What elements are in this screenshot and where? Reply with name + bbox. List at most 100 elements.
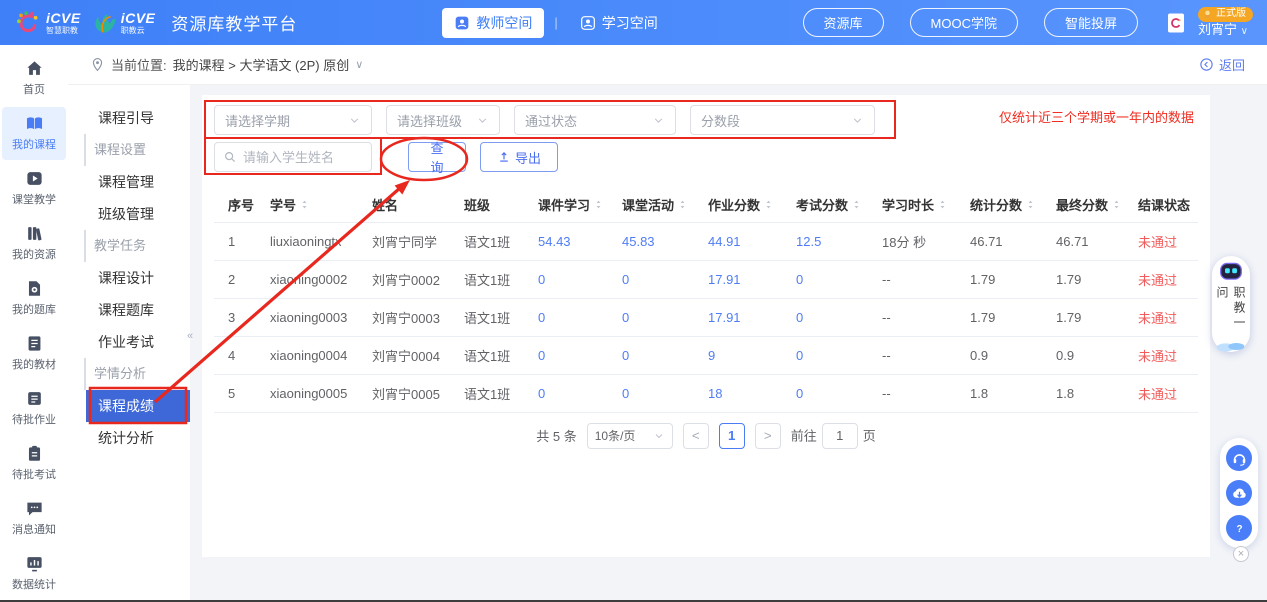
sidebar-item-我的题库[interactable]: 我的题库: [2, 272, 66, 325]
filter-dropdown-通过状态[interactable]: 通过状态: [514, 105, 676, 135]
column-label: 学习时长: [882, 198, 935, 214]
column-header-作业分数[interactable]: 作业分数: [704, 188, 792, 222]
sidebar-item-课堂教学[interactable]: 课堂教学: [2, 162, 66, 215]
cell-课件学习[interactable]: 0: [534, 373, 618, 413]
menu-item-课程设计[interactable]: 课程设计: [68, 262, 190, 294]
menu-item-班级管理[interactable]: 班级管理: [68, 198, 190, 230]
tab-teacher-space[interactable]: 教师空间: [442, 7, 545, 38]
cell-学习时长: --: [878, 373, 966, 413]
main-content: 请选择学期 请选择班级 通过状态 分数段 查询: [190, 85, 1267, 600]
header-link-MOOC学院[interactable]: MOOC学院: [909, 8, 1018, 37]
menu-item-课程管理[interactable]: 课程管理: [68, 166, 190, 198]
current-page-button[interactable]: 1: [718, 422, 745, 449]
prev-page-button[interactable]: <: [682, 422, 709, 449]
cell-最终分数: 46.71: [1052, 221, 1134, 260]
sidebar-item-数据统计[interactable]: 数据统计: [2, 547, 66, 600]
sort-icon: [763, 199, 774, 210]
back-button[interactable]: 返回: [1199, 55, 1245, 74]
menu-item-统计分析[interactable]: 统计分析: [68, 422, 190, 454]
sidebar-item-label: 首页: [23, 84, 45, 96]
sidebar-item-消息通知[interactable]: 消息通知: [2, 492, 66, 545]
table-row: 3 xiaoning0003 刘宵宁0003 语文1班 0 0 17.91 0 -- 1.79 1.…: [214, 297, 1198, 336]
help-button[interactable]: ?: [1226, 515, 1252, 541]
sidebar-item-label: 我的教材: [12, 359, 56, 371]
cell-课堂活动[interactable]: 0: [618, 373, 704, 413]
sidebar-item-首页[interactable]: 首页: [2, 52, 66, 105]
grades-table: 序号 学号 姓名 班级 课件学习 课堂活动 作业分数 考试分数 学习时长 统计分数 最终分数 结课状态…: [214, 188, 1198, 413]
column-label: 结课状态: [1138, 198, 1191, 214]
menu-item-课程题库[interactable]: 课程题库: [68, 294, 190, 326]
cell-作业分数[interactable]: 9: [704, 335, 792, 374]
menu-item-作业考试[interactable]: 作业考试: [68, 326, 190, 358]
cell-作业分数[interactable]: 17.91: [704, 297, 792, 336]
next-page-button[interactable]: >: [754, 422, 781, 449]
column-header-学号[interactable]: 学号: [266, 188, 368, 222]
column-header-课件学习[interactable]: 课件学习: [534, 188, 618, 222]
course-switch-chevron-icon[interactable]: ∨: [355, 58, 363, 71]
stats-notice: 仅统计近三个学期或一年内的数据: [998, 110, 1194, 125]
column-label: 最终分数: [1056, 198, 1109, 214]
cloud-icon: [1215, 341, 1247, 352]
goto-page-input[interactable]: [821, 422, 858, 449]
menu-item-课程引导[interactable]: 课程引导: [68, 102, 190, 134]
sidebar-item-我的课程[interactable]: 我的课程: [2, 107, 66, 160]
menu-item-课程成绩[interactable]: 课程成绩: [86, 390, 190, 422]
cell-作业分数[interactable]: 44.91: [704, 221, 792, 260]
filter-dropdown-请选择学期[interactable]: 请选择学期: [214, 105, 372, 135]
sidebar-item-我的资源[interactable]: 我的资源: [2, 217, 66, 270]
cell-班级: 语文1班: [460, 335, 534, 374]
cell-课堂活动[interactable]: 0: [618, 297, 704, 336]
sort-icon: [937, 199, 948, 210]
ai-assistant-widget[interactable]: 职教一问: [1212, 256, 1250, 352]
logo1-title: iCVE: [46, 9, 81, 26]
icve-doc-icon[interactable]: [1164, 11, 1188, 35]
user-menu[interactable]: 刘宵宁 ∨: [1198, 22, 1248, 39]
sidebar-item-label: 消息通知: [12, 524, 56, 536]
filter-dropdown-分数段[interactable]: 分数段: [690, 105, 875, 135]
cell-课堂活动[interactable]: 0: [618, 259, 704, 298]
cell-作业分数[interactable]: 18: [704, 373, 792, 413]
sidebar-item-我的教材[interactable]: 我的教材: [2, 327, 66, 380]
student-name-input[interactable]: [243, 149, 363, 165]
cell-考试分数[interactable]: 0: [792, 373, 878, 413]
sidebar-item-待批考试[interactable]: 待批考试: [2, 437, 66, 490]
filter-dropdown-请选择班级[interactable]: 请选择班级: [386, 105, 500, 135]
logo1-subtitle: 智慧职教: [46, 25, 78, 35]
cell-课件学习[interactable]: 0: [534, 297, 618, 336]
column-header-考试分数[interactable]: 考试分数: [792, 188, 878, 222]
cell-课件学习[interactable]: 54.43: [534, 221, 618, 260]
chevron-down-icon: [851, 114, 864, 127]
cell-结课状态: 未通过: [1134, 335, 1198, 374]
cell-课堂活动[interactable]: 45.83: [618, 221, 704, 260]
sidebar-item-待批作业[interactable]: 待批作业: [2, 382, 66, 435]
chevron-down-icon: [652, 114, 665, 127]
header-link-智能投屏[interactable]: 智能投屏: [1043, 8, 1138, 37]
table-row: 2 xiaoning0002 刘宵宁0002 语文1班 0 0 17.91 0 -- 1.79 1.…: [214, 259, 1198, 298]
cell-姓名: 刘宵宁0004: [368, 335, 460, 374]
header-link-资源库[interactable]: 资源库: [802, 8, 884, 37]
search-button[interactable]: 查询: [408, 141, 466, 175]
cell-考试分数[interactable]: 12.5: [792, 221, 878, 260]
data-statistics-icon: [25, 554, 44, 573]
close-widget-button[interactable]: ×: [1233, 546, 1249, 562]
support-button[interactable]: [1226, 445, 1252, 471]
cell-作业分数[interactable]: 17.91: [704, 259, 792, 298]
export-button[interactable]: 导出: [480, 142, 559, 172]
tab-learning-space[interactable]: 学习空间: [568, 8, 670, 38]
cell-考试分数[interactable]: 0: [792, 297, 878, 336]
my-resources-icon: [25, 224, 44, 243]
cell-课件学习[interactable]: 0: [534, 259, 618, 298]
cell-学号: xiaoning0004: [266, 335, 368, 374]
column-header-课堂活动[interactable]: 课堂活动: [618, 188, 704, 222]
cell-考试分数[interactable]: 0: [792, 335, 878, 374]
page-size-select[interactable]: 10条/页: [586, 422, 673, 449]
cell-课件学习[interactable]: 0: [534, 335, 618, 374]
cell-课堂活动[interactable]: 0: [618, 335, 704, 374]
column-header-学习时长[interactable]: 学习时长: [878, 188, 966, 222]
column-header-最终分数[interactable]: 最终分数: [1052, 188, 1134, 222]
column-header-统计分数[interactable]: 统计分数: [966, 188, 1052, 222]
download-button[interactable]: [1226, 480, 1252, 506]
cell-学习时长: --: [878, 335, 966, 374]
icon-sidebar: 首页我的课程课堂教学我的资源我的题库我的教材待批作业待批考试消息通知数据统计第三…: [0, 45, 68, 600]
cell-考试分数[interactable]: 0: [792, 259, 878, 298]
